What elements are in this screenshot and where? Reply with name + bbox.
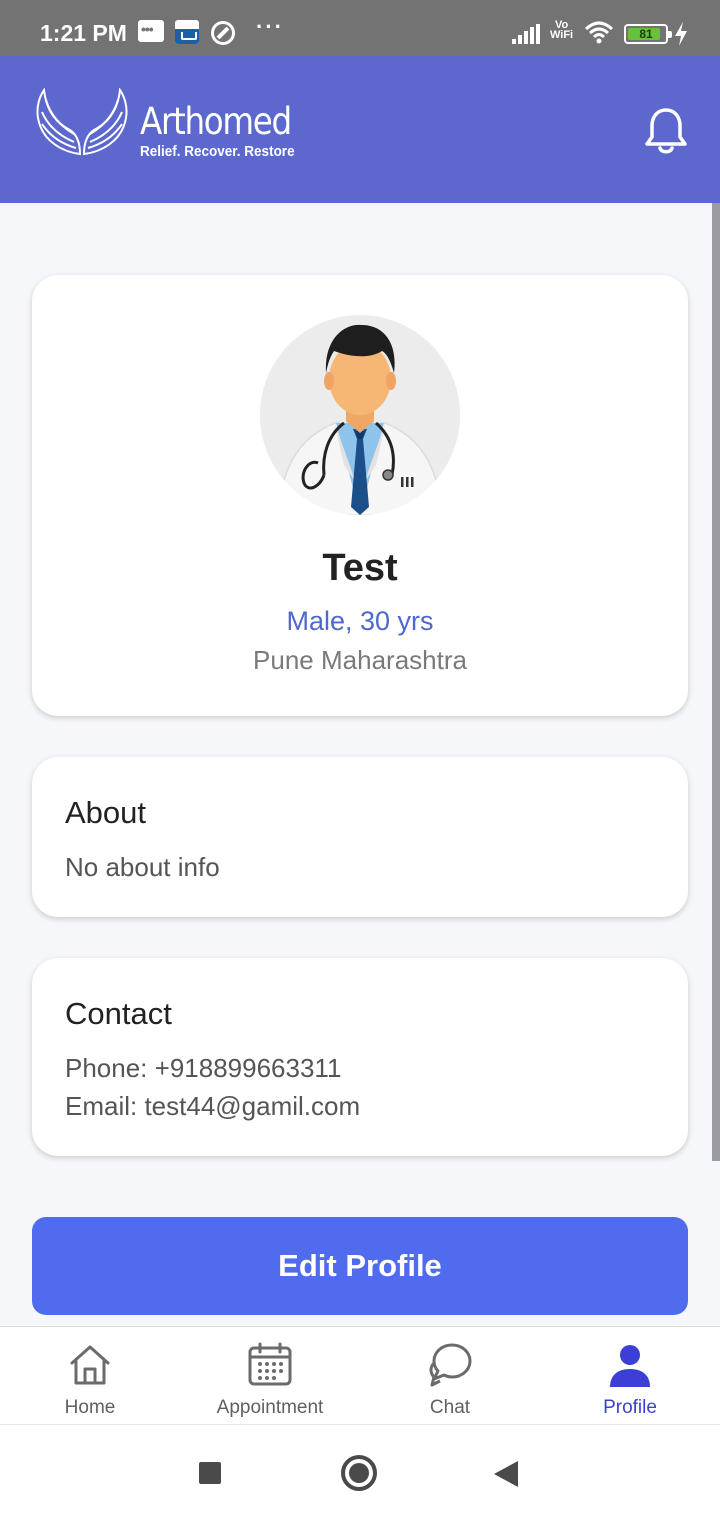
profile-location: Pune Maharashtra [253, 645, 467, 675]
do-not-disturb-icon [211, 21, 235, 45]
nav-item-chat[interactable]: Chat [360, 1327, 540, 1425]
nav-item-appointment[interactable]: Appointment [180, 1327, 360, 1425]
nav-item-home[interactable]: Home [0, 1327, 180, 1425]
bottom-nav: Home Appointment Chat Profile [0, 1326, 720, 1424]
chat-icon [429, 1343, 472, 1387]
contact-email: Email: test44@gamil.com [65, 1091, 361, 1121]
wings-logo [36, 88, 128, 156]
recents-icon[interactable] [199, 1462, 221, 1484]
scrollbar[interactable] [712, 203, 720, 1161]
home-icon [70, 1345, 110, 1385]
battery-icon: 81 [624, 24, 672, 44]
profile-card: Test Male, 30 yrs Pune Maharashtra [32, 275, 688, 716]
about-title: About [65, 795, 147, 830]
status-bar: 1:21 PM ··· Vo WiFi 81 [0, 0, 720, 56]
about-card: About No about info [32, 757, 688, 917]
calendar-icon [248, 1342, 292, 1386]
profile-gender-age: Male, 30 yrs [286, 606, 434, 636]
status-time: 1:21 PM [40, 20, 127, 46]
profile-name: Test [322, 547, 398, 589]
app-header: Arthomed Relief. Recover. Restore [0, 56, 720, 203]
user-icon [610, 1345, 650, 1387]
nav-item-profile[interactable]: Profile [540, 1327, 720, 1425]
amazon-shopping-icon [175, 20, 199, 44]
nav-label-chat: Chat [429, 1397, 471, 1418]
wifi-icon [584, 21, 614, 44]
more-icon: ··· [256, 14, 284, 39]
nav-label-home: Home [64, 1397, 116, 1418]
contact-phone: Phone: +918899663311 [65, 1053, 342, 1083]
system-nav-bar [0, 1424, 720, 1520]
doctor-avatar [260, 315, 460, 515]
battery-level: 81 [639, 27, 653, 41]
edit-profile-button[interactable]: Edit Profile [32, 1217, 688, 1315]
vowifi-bottom: WiFi [550, 29, 574, 41]
contact-title: Contact [65, 996, 172, 1031]
contact-card: Contact Phone: +918899663311 Email: test… [32, 958, 688, 1156]
back-icon[interactable] [494, 1461, 518, 1487]
message-icon [138, 20, 164, 42]
vowifi-label: Vo WiFi [550, 20, 574, 41]
home-circle-icon[interactable] [341, 1455, 377, 1491]
nav-label-profile: Profile [603, 1397, 657, 1418]
charging-icon [675, 22, 687, 46]
brand-name: Arthomed [140, 100, 292, 143]
about-text: No about info [65, 852, 220, 882]
brand-tagline: Relief. Recover. Restore [140, 143, 295, 160]
nav-label-appointment: Appointment [216, 1397, 324, 1418]
bell-icon[interactable] [642, 106, 690, 156]
signal-icon [512, 24, 540, 44]
